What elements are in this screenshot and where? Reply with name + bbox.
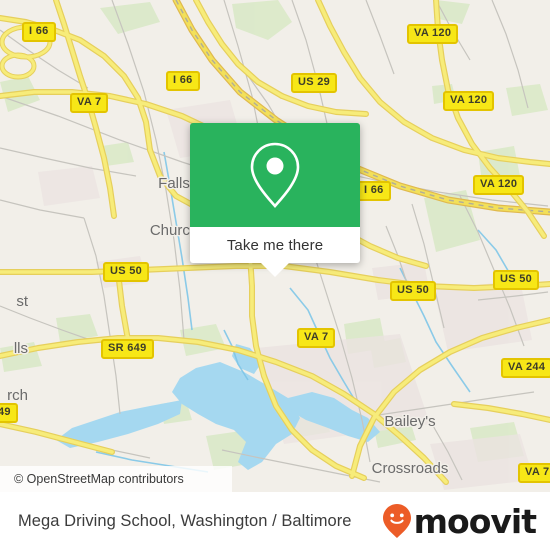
- road-shield-sr649: SR 649: [101, 339, 154, 359]
- road-shield-va7-nw: VA 7: [70, 93, 109, 113]
- callout-icon-area: [190, 123, 360, 227]
- road-shield-va120-east: VA 120: [473, 175, 525, 195]
- osm-attribution-text: © OpenStreetMap contributors: [14, 472, 184, 486]
- road-shield-va7-south: VA 7: [518, 463, 550, 483]
- road-shield-i66-nw: I 66: [22, 22, 56, 42]
- road-shield-i66-east: I 66: [357, 181, 391, 201]
- road-shield-va244: VA 244: [501, 358, 550, 378]
- moovit-smiley-pin-icon: [382, 504, 411, 538]
- map-canvas[interactable]: Falls Church st lls rch Bailey's Crossro…: [0, 0, 550, 492]
- callout-label: Take me there: [226, 236, 324, 254]
- road-shield-i66-north: I 66: [166, 71, 200, 91]
- take-me-there-callout[interactable]: Take me there: [190, 123, 360, 263]
- footer-bar: Mega Driving School, Washington / Baltim…: [0, 492, 550, 550]
- callout-label-area[interactable]: Take me there: [190, 227, 360, 263]
- osm-attribution[interactable]: © OpenStreetMap contributors: [0, 466, 232, 492]
- road-shield-us50-mid: US 50: [390, 281, 437, 301]
- road-shield-us50-west: US 50: [103, 262, 150, 282]
- road-shield-va7-mid: VA 7: [297, 328, 336, 348]
- moovit-map-screenshot: Falls Church st lls rch Bailey's Crossro…: [0, 0, 550, 550]
- road-shield-va120-mid: VA 120: [443, 91, 495, 111]
- moovit-logo[interactable]: moovit: [382, 501, 537, 541]
- page-title: Mega Driving School, Washington / Baltim…: [18, 511, 352, 530]
- callout-pointer: [261, 263, 289, 277]
- moovit-wordmark: moovit: [413, 501, 537, 541]
- road-shield-us50-east: US 50: [493, 270, 540, 290]
- road-shield-49-clipped: 49: [0, 403, 18, 423]
- road-shield-us29: US 29: [291, 73, 338, 93]
- map-pin-icon: [250, 142, 300, 208]
- road-shield-va120-top: VA 120: [407, 24, 459, 44]
